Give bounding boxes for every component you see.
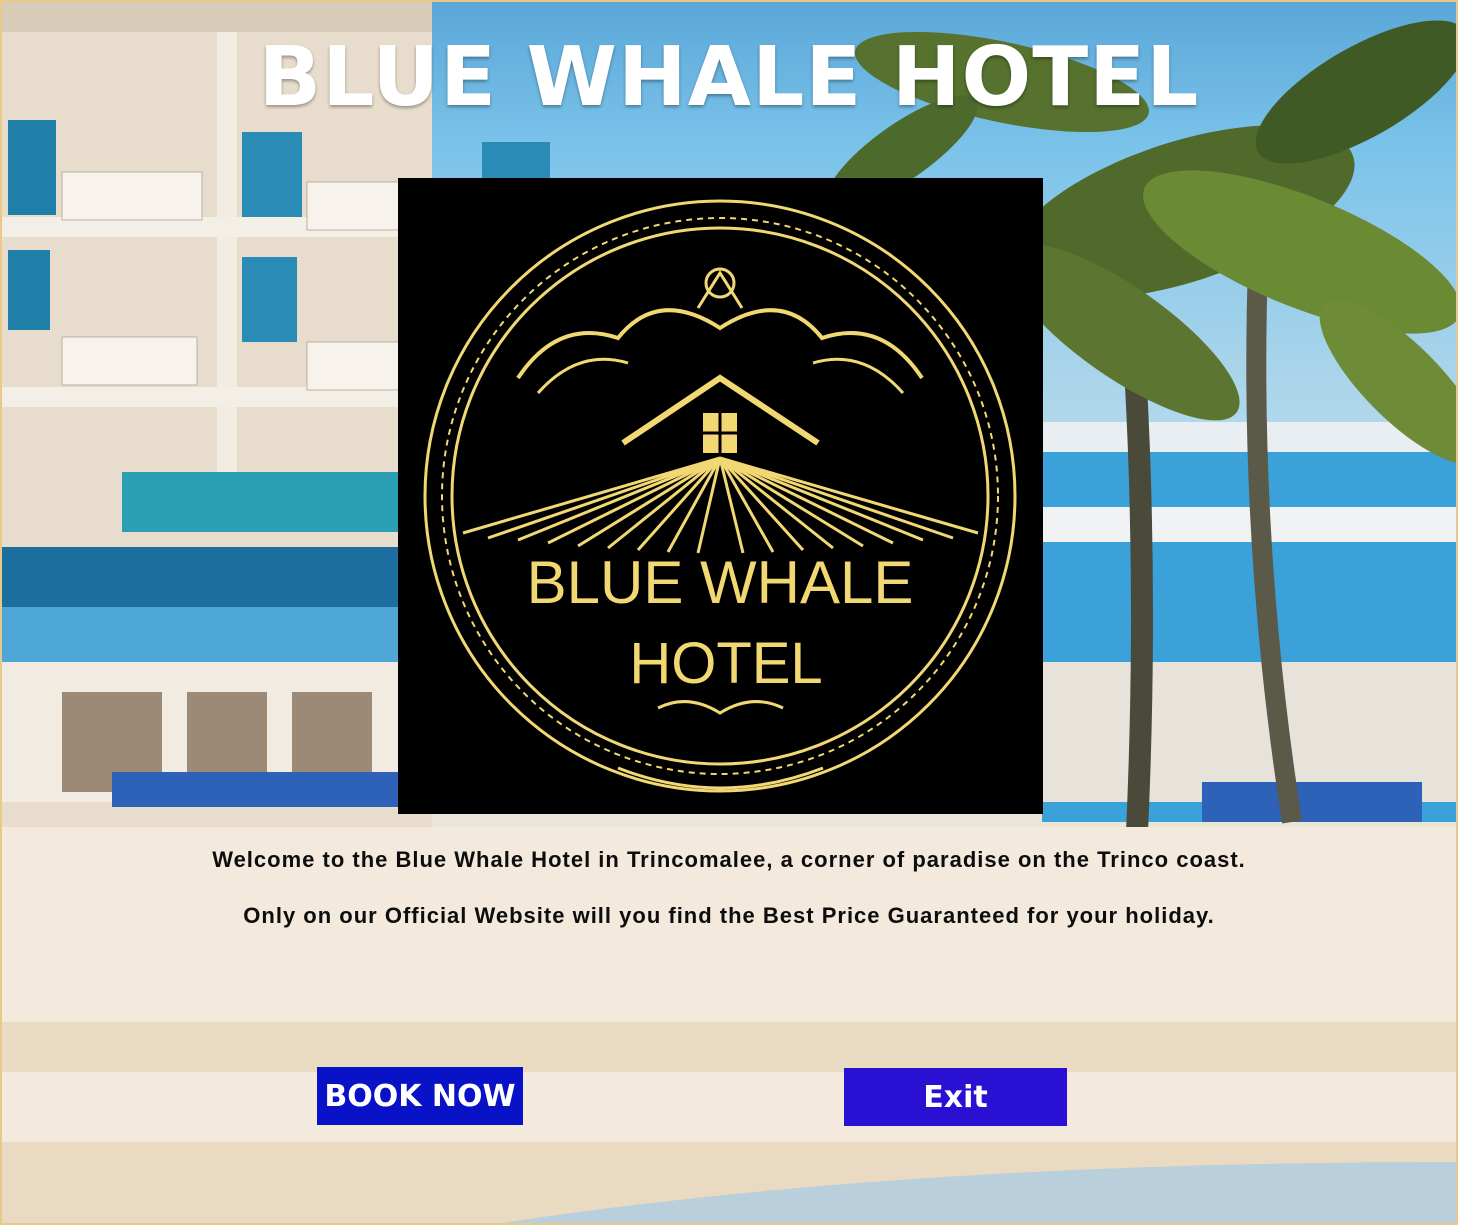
page-title: BLUE WHALE HOTEL (258, 30, 1200, 125)
price-guarantee-message: Only on our Official Website will you fi… (243, 903, 1215, 928)
welcome-message: Welcome to the Blue Whale Hotel in Trinc… (212, 847, 1246, 872)
exit-button[interactable]: Exit (844, 1068, 1067, 1126)
hotel-logo: BLUE WHALE HOTEL (398, 178, 1043, 814)
logo-name-line1: BLUE WHALE (527, 549, 914, 616)
logo-name-line2: HOTEL (629, 631, 822, 696)
hotel-welcome-window: BLUE WHALE HOTEL BLUE WHALE HOTEL Welcom… (0, 0, 1458, 1225)
book-now-button[interactable]: BOOK NOW (317, 1067, 523, 1125)
